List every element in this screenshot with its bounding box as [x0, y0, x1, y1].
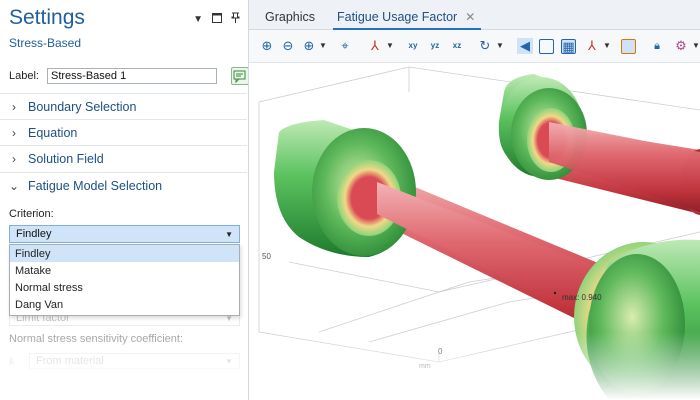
k-row: k From material ▼ [9, 353, 240, 369]
graphics-panel: Graphics Fatigue Usage Factor ✕ ⊕ ⊖ ⊕ ▼ … [249, 0, 700, 400]
viewport-fade [249, 332, 700, 400]
graphics-viewport[interactable]: 50 0 mm [249, 62, 700, 400]
chevron-down-icon[interactable]: ▼ [319, 38, 327, 54]
tab-label: Fatigue Usage Factor [337, 10, 458, 24]
chevron-down-icon[interactable]: ▼ [193, 14, 203, 25]
criterion-select[interactable]: Findley ▼ [9, 225, 240, 243]
label-row: Label: [9, 67, 248, 85]
view-xy-icon[interactable]: xy [405, 38, 421, 54]
option-findley[interactable]: Findley [10, 245, 239, 262]
criterion-label: Criterion: [9, 208, 54, 220]
label-edit-button[interactable] [231, 67, 248, 85]
section-equation[interactable]: › Equation [0, 119, 247, 145]
criterion-value: Findley [16, 228, 52, 240]
axes-icon[interactable]: ⅄ [367, 38, 383, 54]
comment-icon [233, 70, 246, 84]
label-caption: Label: [9, 70, 39, 82]
max-marker [553, 291, 557, 295]
rotate-icon[interactable]: ↻ [477, 38, 493, 54]
zoom-extents-icon[interactable]: ⌖ [337, 38, 353, 54]
dropdown-arrow-icon: ▼ [225, 229, 233, 239]
chevron-down-icon[interactable]: ▼ [692, 38, 700, 54]
section-label: Fatigue Model Selection [28, 178, 163, 193]
graphics-toolbar: ⊕ ⊖ ⊕ ▼ ⌖ ⅄ ▼ xy yz xz ↻ ▼ ◀ ▦ ⅄ ▼ 🔒︎ ⚙ … [249, 30, 700, 63]
max-value-label: max: 0.940 [562, 293, 602, 302]
k-symbol: k [9, 353, 15, 368]
transparency-icon[interactable] [539, 39, 554, 54]
render-icon[interactable]: ⚙ [673, 38, 689, 54]
criterion-dropdown-list: Findley Matake Normal stress Dang Van [9, 244, 240, 316]
section-label: Solution Field [28, 151, 104, 166]
fatigue-plot-svg: 50 0 mm [249, 66, 700, 400]
section-fatigue-model-selection[interactable]: ⌄ Fatigue Model Selection [0, 172, 247, 198]
option-matake[interactable]: Matake [10, 262, 239, 279]
chevron-right-icon: › [12, 125, 16, 140]
view-yz-icon[interactable]: yz [427, 38, 443, 54]
tab-label: Graphics [265, 10, 316, 24]
zoom-in-icon[interactable]: ⊕ [259, 38, 275, 54]
pin-icon[interactable] [231, 12, 240, 26]
scene-light-icon[interactable]: ◀ [517, 38, 533, 54]
k-select: From material ▼ [29, 353, 240, 369]
section-boundary-selection[interactable]: › Boundary Selection [0, 93, 247, 119]
settings-panel: Settings Stress-Based ▼ Label: Stress-Ba… [0, 0, 249, 400]
chevron-right-icon: › [12, 151, 16, 166]
zoom-box-icon[interactable]: ⊕ [301, 38, 317, 54]
chevron-right-icon: › [12, 99, 16, 114]
tab-fatigue-usage-factor[interactable]: Fatigue Usage Factor ✕ [333, 6, 481, 30]
chevron-down-icon[interactable]: ▼ [496, 38, 504, 54]
label-input[interactable] [47, 68, 217, 84]
maximize-icon[interactable] [212, 12, 222, 26]
axis-tick-50: 50 [262, 252, 271, 261]
view-xz-icon[interactable]: xz [449, 38, 465, 54]
close-icon[interactable]: ✕ [465, 10, 475, 24]
grid-icon[interactable]: ▦ [561, 39, 576, 54]
lock-icon[interactable]: 🔒︎ [649, 38, 665, 54]
settings-title: Settings [9, 6, 85, 29]
option-normal-stress[interactable]: Normal stress [10, 279, 239, 296]
normal-stress-label: Normal stress sensitivity coefficient: [9, 333, 184, 345]
tab-graphics[interactable]: Graphics [265, 6, 315, 28]
chevron-down-icon[interactable]: ▼ [603, 38, 611, 54]
option-dang-van[interactable]: Dang Van [10, 296, 239, 313]
zoom-out-icon[interactable]: ⊖ [280, 38, 296, 54]
section-label: Boundary Selection [28, 99, 137, 114]
legend-icon[interactable] [621, 39, 636, 54]
app-window: Settings Stress-Based ▼ Label: Stress-Ba… [0, 0, 700, 400]
chevron-down-icon: ⌄ [8, 178, 20, 193]
section-label: Equation [28, 125, 78, 140]
k-value: From material [36, 355, 104, 367]
dropdown-arrow-icon: ▼ [225, 356, 233, 366]
section-solution-field[interactable]: › Solution Field [0, 145, 247, 171]
tab-bar: Graphics Fatigue Usage Factor ✕ [249, 0, 700, 30]
coordinate-system-icon[interactable]: ⅄ [584, 38, 600, 54]
chevron-down-icon[interactable]: ▼ [386, 38, 394, 54]
settings-subtitle: Stress-Based [9, 36, 82, 50]
panel-window-controls: ▼ [193, 12, 240, 26]
